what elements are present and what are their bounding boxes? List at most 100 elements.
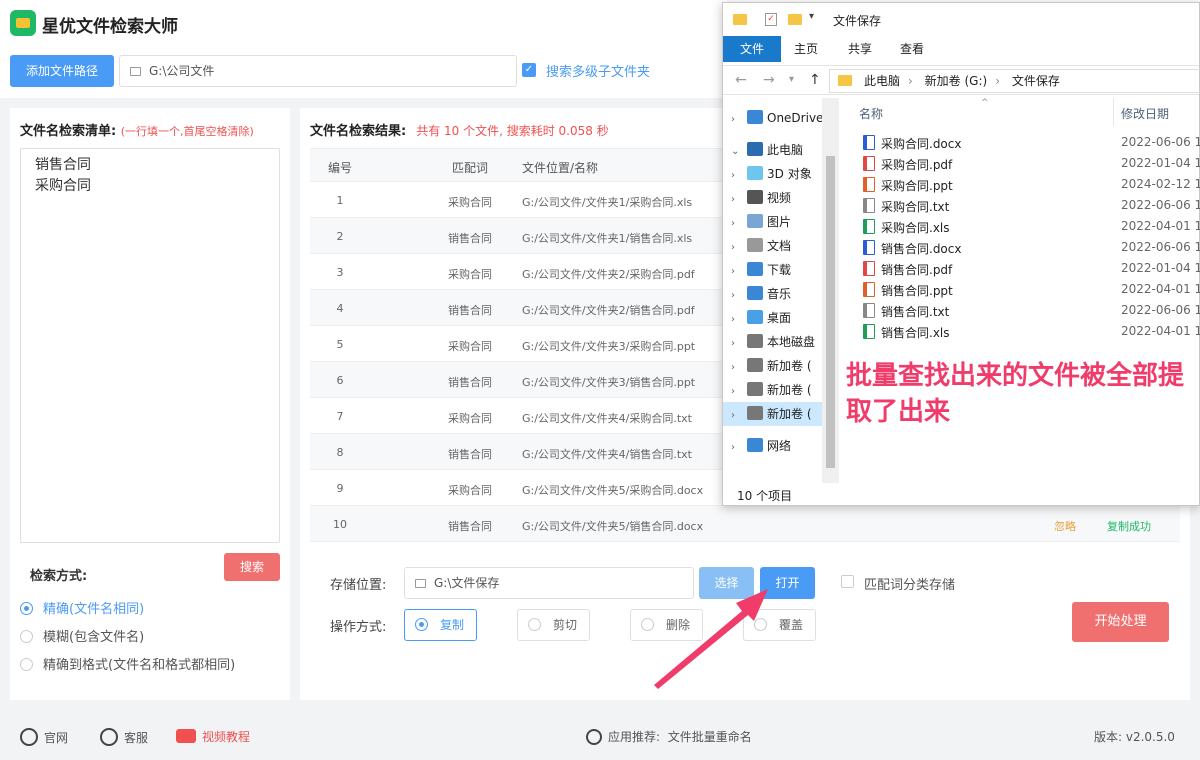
subfolder-label[interactable]: 搜索多级子文件夹 [546,61,650,80]
mode-format-radio[interactable]: 精确到格式(文件名和格式都相同) [20,654,235,673]
up-icon[interactable]: ↑ [809,72,821,88]
chevron-right-icon[interactable]: › [731,188,743,210]
subfolder-checkbox[interactable]: ✓ [522,63,536,77]
breadcrumb-item[interactable]: 此电脑 [864,74,900,88]
tree-item[interactable]: › OneDrive [723,106,823,130]
footer-recommend[interactable]: 应用推荐: 文件批量重命名 [586,728,752,745]
tree-scrollbar[interactable] [822,98,839,483]
chevron-right-icon[interactable]: › [731,260,743,282]
tree-item-icon [747,166,763,180]
footer-video-link[interactable]: 视频教程 [176,728,250,745]
tree-item[interactable]: ⌄ 此电脑 [723,138,823,162]
tree-item[interactable]: › 新加卷 ( [723,378,823,402]
file-row[interactable]: 销售合同.txt 2022-06-06 14 [845,300,1200,321]
file-row[interactable]: 销售合同.ppt 2022-04-01 16 [845,279,1200,300]
chevron-right-icon[interactable]: › [731,404,743,426]
classify-label[interactable]: 匹配词分类存储 [864,574,955,593]
back-icon[interactable]: ← [735,72,747,88]
mode-exact-radio[interactable]: 精确(文件名相同) [20,598,144,617]
ribbon-tab-share[interactable]: 共享 [839,36,881,62]
results-label: 文件名检索结果: 共有 10 个文件, 搜索耗时 0.058 秒 [310,120,609,139]
row-number: 7 [336,410,344,423]
video-icon [176,729,196,743]
file-name: 采购合同.ppt [881,179,953,193]
forward-icon[interactable]: → [763,72,775,88]
file-row[interactable]: 采购合同.pdf 2022-01-04 15 [845,153,1200,174]
tree-item[interactable]: › 新加卷 ( [723,354,823,378]
column-name[interactable]: 名称 [859,105,883,122]
tree-item[interactable]: › 本地磁盘 [723,330,823,354]
tree-item[interactable]: › 文档 [723,234,823,258]
footer-service-link[interactable]: 客服 [100,728,148,746]
file-row[interactable]: 销售合同.xls 2022-04-01 16 [845,321,1200,342]
ie-icon [20,728,38,746]
file-row[interactable]: 采购合同.xls 2022-04-01 16 [845,216,1200,237]
tree-item-icon [747,310,763,324]
tree-item[interactable]: › 下载 [723,258,823,282]
ribbon-tab-home[interactable]: 主页 [785,36,827,62]
keyword-textarea[interactable]: 销售合同 采购合同 [20,148,280,543]
folder-icon [733,14,747,25]
row-keyword: 销售合同 [448,448,492,461]
tree-item-label: OneDrive [767,111,823,125]
xls-file-icon [863,324,875,339]
chevron-right-icon[interactable]: › [731,284,743,306]
file-date: 2022-04-01 16 [1121,282,1200,296]
search-button[interactable]: 搜索 [224,553,280,581]
ribbon-tab-view[interactable]: 查看 [891,36,933,62]
header-num: 编号 [327,161,352,175]
chevron-down-icon[interactable]: ⌄ [731,140,743,162]
chevron-right-icon[interactable]: › [731,308,743,330]
mode-fuzzy-radio[interactable]: 模糊(包含文件名) [20,626,144,645]
file-date: 2022-04-01 16 [1121,324,1200,338]
path-input[interactable]: G:\公司文件 [119,55,517,87]
recommend-label: 应用推荐: [608,730,661,744]
address-bar-row: ← → ▾ ↑ 此电脑 › 新加卷 (G:) › 文件保存 [723,65,1200,95]
chevron-right-icon[interactable]: › [731,356,743,378]
tree-item[interactable]: › 3D 对象 [723,162,823,186]
column-date[interactable]: 修改日期 [1121,105,1169,122]
chevron-right-icon[interactable]: › [731,332,743,354]
tree-item[interactable]: › 音乐 [723,282,823,306]
chevron-right-icon[interactable]: › [731,212,743,234]
new-folder-icon[interactable] [788,14,802,25]
tree-item-label: 新加卷 ( [767,383,812,397]
ribbon-tab-file[interactable]: 文件 [723,36,781,62]
chevron-right-icon[interactable]: › [731,436,743,458]
breadcrumb-item[interactable]: 新加卷 (G:) [925,74,988,88]
footer-site-link[interactable]: 官网 [20,728,68,746]
start-button[interactable]: 开始处理 [1072,602,1169,642]
table-row[interactable]: 10 销售合同 G:/公司文件/文件夹5/销售合同.docx 忽略 复制成功 [310,506,1180,542]
op-cut-radio[interactable]: 剪切 [517,609,590,641]
op-copy-radio[interactable]: 复制 [404,609,477,641]
classify-checkbox[interactable] [841,575,854,588]
chevron-right-icon[interactable]: › [731,236,743,258]
row-ignore-status: 忽略 [1054,520,1076,533]
tree-item[interactable]: › 新加卷 ( [723,402,823,426]
tree-item[interactable]: › 视频 [723,186,823,210]
file-row[interactable]: 采购合同.ppt 2024-02-12 12 [845,174,1200,195]
mode-label: 精确(文件名相同) [43,602,145,617]
mode-label: 模糊(包含文件名) [43,630,145,645]
file-row[interactable]: 采购合同.docx 2022-06-06 14 [845,132,1200,153]
tree-item[interactable]: › 图片 [723,210,823,234]
quick-access-dropdown-icon[interactable]: ▾ [809,11,814,22]
chevron-right-icon[interactable]: › [731,164,743,186]
explorer-ribbon: 文件 主页 共享 查看 [723,36,1199,62]
recent-dropdown-icon[interactable]: ▾ [789,74,794,85]
breadcrumb-item[interactable]: 文件保存 [1012,74,1060,88]
file-date: 2022-06-06 14 [1121,198,1200,212]
address-bar[interactable]: 此电脑 › 新加卷 (G:) › 文件保存 [829,69,1200,93]
file-row[interactable]: 销售合同.docx 2022-06-06 14 [845,237,1200,258]
properties-icon[interactable]: ✓ [765,13,777,26]
tree-item[interactable]: › 网络 [723,434,823,458]
chevron-right-icon[interactable]: › [731,380,743,402]
explorer-titlebar: ✓ ▾ 文件保存 [723,3,1199,35]
tree-item[interactable]: › 桌面 [723,306,823,330]
chevron-right-icon[interactable]: › [731,108,743,130]
file-row[interactable]: 销售合同.pdf 2022-01-04 15 [845,258,1200,279]
add-path-button[interactable]: 添加文件路径 [10,55,114,87]
file-row[interactable]: 采购合同.txt 2022-06-06 14 [845,195,1200,216]
row-path: G:/公司文件/文件夹1/销售合同.xls [522,232,693,245]
scrollbar-thumb[interactable] [826,156,835,468]
